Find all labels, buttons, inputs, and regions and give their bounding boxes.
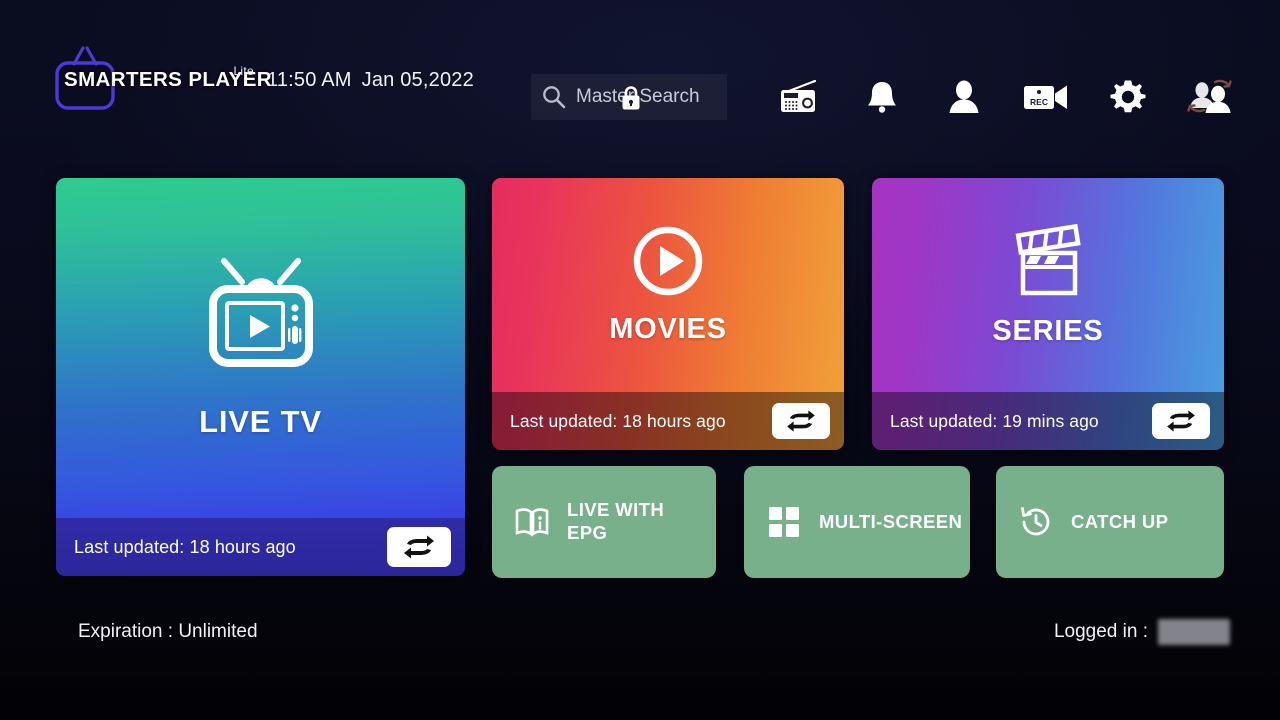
main-content: LIVE TV Last updated: 18 hours ago MOVIE… xyxy=(56,178,1224,578)
tile-catch-up[interactable]: CATCH UP xyxy=(996,466,1224,578)
tile-multi-screen-label: MULTI-SCREEN xyxy=(819,510,963,532)
tv-play-icon xyxy=(208,258,313,367)
app-header: SMARTERS PLAYER Lite 11:50 AM Jan 05,2022… xyxy=(0,0,1280,160)
lock-icon xyxy=(622,86,640,110)
clapperboard-icon xyxy=(1015,223,1081,295)
play-circle-icon xyxy=(633,226,703,295)
search-icon xyxy=(543,86,566,109)
card-movies-footer: Last updated: 18 hours ago xyxy=(492,392,844,450)
switch-user-icon[interactable] xyxy=(1185,74,1235,120)
logo-text-block: SMARTERS PLAYER xyxy=(64,68,272,92)
header-icon-bar: REC xyxy=(775,73,1235,121)
person-icon[interactable] xyxy=(939,74,989,120)
status-bar: Expiration : Unlimited Logged in : xyxy=(0,608,1280,656)
card-series-title: SERIES xyxy=(992,314,1104,347)
header-time: 11:50 AM xyxy=(267,68,352,91)
card-movies-title: MOVIES xyxy=(609,312,727,345)
card-live-tv-body: LIVE TV xyxy=(56,178,465,518)
app-screen: SMARTERS PLAYER Lite 11:50 AM Jan 05,2022… xyxy=(0,0,1280,720)
card-live-tv-title: LIVE TV xyxy=(199,404,322,439)
svg-text:REC: REC xyxy=(1030,97,1048,107)
card-series-footer: Last updated: 19 mins ago xyxy=(872,392,1224,450)
search-input[interactable]: Master Search xyxy=(531,74,727,120)
card-live-tv-updated: Last updated: 18 hours ago xyxy=(74,536,296,557)
card-series-updated: Last updated: 19 mins ago xyxy=(890,410,1099,431)
rec-camera-icon[interactable]: REC xyxy=(1021,74,1071,120)
refresh-loop-icon xyxy=(787,410,815,432)
expiration-status: Expiration : Unlimited xyxy=(78,621,258,642)
clock-rewind-icon xyxy=(1018,504,1054,540)
header-date: Jan 05,2022 xyxy=(361,68,474,91)
refresh-series-button[interactable] xyxy=(1152,403,1210,439)
card-series[interactable]: SERIES Last updated: 19 mins ago xyxy=(872,178,1224,450)
bell-icon[interactable] xyxy=(857,74,907,120)
card-live-tv-footer: Last updated: 18 hours ago xyxy=(56,518,465,576)
card-series-body: SERIES xyxy=(872,178,1224,392)
refresh-loop-icon xyxy=(404,535,434,559)
logo-title: SMARTERS PLAYER xyxy=(64,68,272,91)
refresh-loop-icon xyxy=(1167,410,1195,432)
tile-live-with-epg[interactable]: LIVE WITH EPG xyxy=(492,466,716,578)
app-logo[interactable]: SMARTERS PLAYER Lite xyxy=(50,42,272,118)
card-movies[interactable]: MOVIES Last updated: 18 hours ago xyxy=(492,178,844,450)
tile-multi-screen[interactable]: MULTI-SCREEN xyxy=(744,466,970,578)
card-live-tv[interactable]: LIVE TV Last updated: 18 hours ago xyxy=(56,178,465,576)
tile-catch-up-label: CATCH UP xyxy=(1071,510,1169,532)
tile-live-with-epg-label: LIVE WITH EPG xyxy=(567,499,665,543)
radio-icon[interactable] xyxy=(775,74,825,120)
card-movies-body: MOVIES xyxy=(492,178,844,392)
grid-four-icon xyxy=(766,504,802,540)
refresh-movies-button[interactable] xyxy=(772,403,830,439)
logo-subtitle: Lite xyxy=(233,64,254,78)
logged-in-username-redacted xyxy=(1158,619,1230,645)
book-info-icon xyxy=(514,504,550,540)
logged-in-label: Logged in : xyxy=(1053,621,1148,642)
refresh-live-tv-button[interactable] xyxy=(387,527,451,567)
gear-icon[interactable] xyxy=(1103,74,1153,120)
logged-in-status: Logged in : xyxy=(1054,619,1230,645)
card-movies-updated: Last updated: 18 hours ago xyxy=(510,410,726,431)
header-datetime: 11:50 AM Jan 05,2022 xyxy=(267,69,474,92)
